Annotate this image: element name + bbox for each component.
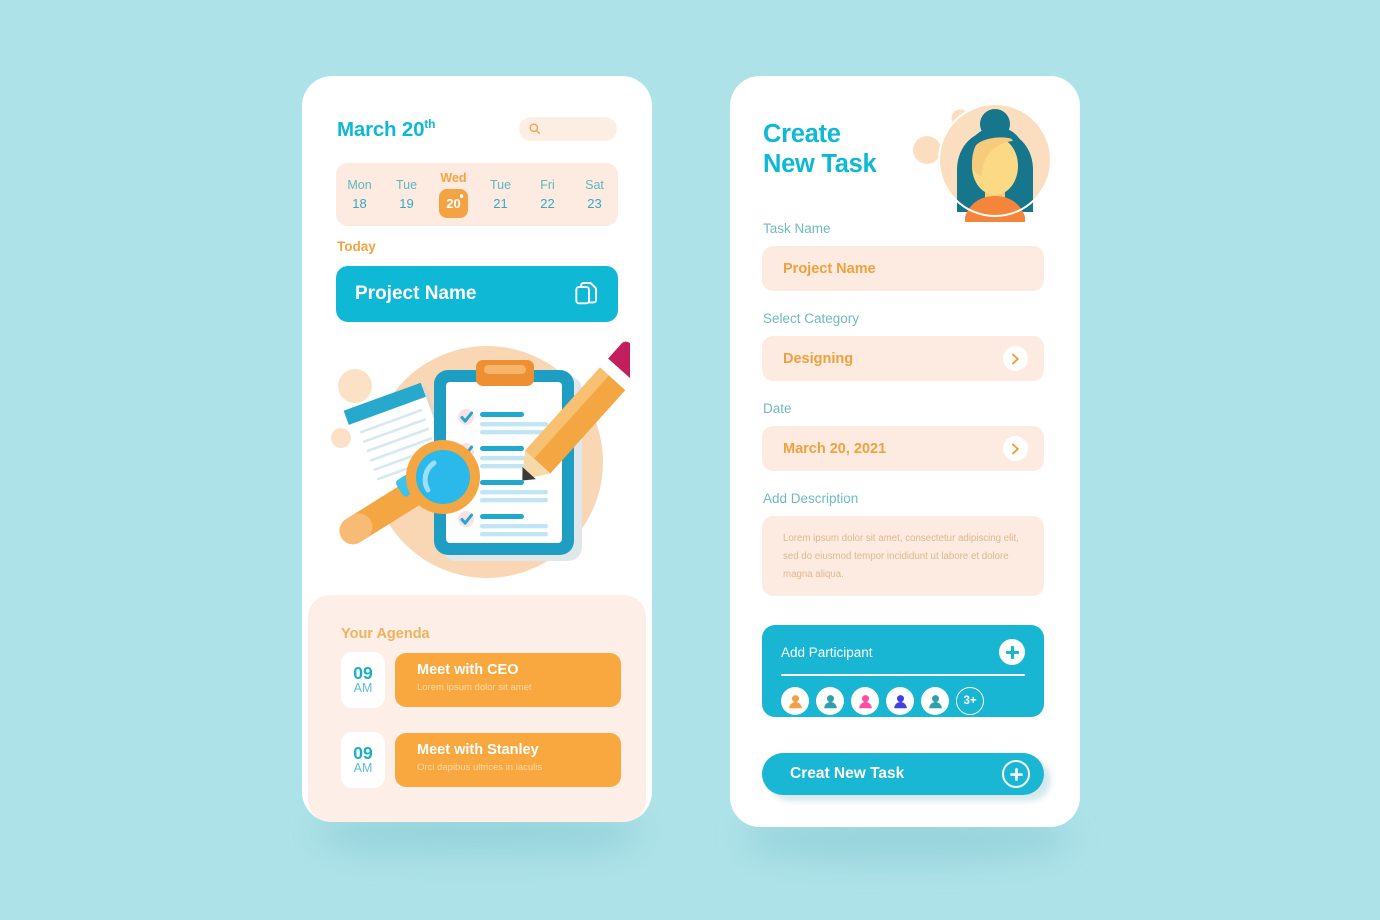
agenda-panel: Your Agenda 09 AM Meet with CEO Lorem ip…	[308, 595, 646, 822]
participant-avatar[interactable]	[886, 687, 914, 715]
agenda-title: Your Agenda	[341, 626, 430, 642]
date-value: March 20, 2021	[783, 440, 887, 457]
description-textarea[interactable]: Lorem ipsum dolor sit amet, consectetur …	[762, 516, 1044, 596]
page-title: March 20th	[337, 116, 436, 141]
agenda-item[interactable]: 09 AM Meet with Stanley Orci dapibus ult…	[341, 732, 621, 788]
page-title-line1: Create	[763, 120, 841, 148]
date-picker[interactable]: March 20, 2021	[762, 426, 1044, 471]
day-cell-tue-2[interactable]: Tue 21	[477, 178, 524, 211]
day-name: Wed	[440, 171, 467, 185]
day-name: Sat	[585, 178, 604, 192]
day-number: 20	[439, 189, 468, 218]
day-name: Tue	[489, 178, 512, 192]
task-name-value: Project Name	[783, 260, 876, 277]
agenda-time-chip: 09 AM	[341, 732, 385, 788]
clipboard-checklist-illustration	[331, 341, 630, 578]
participant-avatar[interactable]	[921, 687, 949, 715]
agenda-hour: 09	[353, 662, 373, 683]
create-new-task-button[interactable]: Creat New Task	[762, 753, 1044, 795]
add-participant-label: Add Participant	[781, 644, 873, 660]
create-new-task-label: Creat New Task	[790, 765, 905, 782]
select-category-value: Designing	[783, 350, 854, 367]
divider	[781, 674, 1025, 676]
agenda-card-title: Meet with Stanley	[417, 742, 539, 758]
day-cell-mon[interactable]: Mon 18	[336, 178, 383, 211]
day-cell-sat[interactable]: Sat 23	[571, 178, 618, 211]
phone-screen-create-task: Create New Task Task Name Project Name S…	[730, 76, 1080, 827]
plus-icon[interactable]	[999, 639, 1025, 665]
agenda-card[interactable]: Meet with Stanley Orci dapibus ultrices …	[395, 733, 621, 787]
task-name-label: Task Name	[763, 221, 831, 236]
agenda-card[interactable]: Meet with CEO Lorem ipsum dolor sit amet	[395, 653, 621, 707]
select-category-label: Select Category	[763, 311, 860, 326]
chevron-right-icon[interactable]	[1003, 436, 1028, 461]
participant-overflow-badge[interactable]: 3+	[956, 687, 984, 715]
participant-avatar-row: 3+	[781, 687, 1025, 715]
chevron-right-icon[interactable]	[1003, 346, 1028, 371]
day-name: Mon	[347, 178, 372, 192]
day-number: 18	[352, 196, 367, 211]
day-number: 21	[493, 196, 508, 211]
day-number: 19	[399, 196, 414, 211]
day-number: 22	[540, 196, 555, 211]
phone-screen-agenda: March 20th Mon 18 Tue 19 Wed 20 Tue 21 F…	[302, 76, 652, 822]
description-value: Lorem ipsum dolor sit amet, consectetur …	[783, 533, 1019, 580]
agenda-item[interactable]: 09 AM Meet with CEO Lorem ipsum dolor si…	[341, 652, 621, 708]
participant-avatar[interactable]	[851, 687, 879, 715]
participant-avatar[interactable]	[781, 687, 809, 715]
agenda-time-chip: 09 AM	[341, 652, 385, 708]
day-number: 23	[587, 196, 602, 211]
day-cell-tue[interactable]: Tue 19	[383, 178, 430, 211]
copy-documents-icon[interactable]	[575, 281, 598, 307]
day-cell-wed-selected[interactable]: Wed 20	[430, 171, 477, 218]
select-category-dropdown[interactable]: Designing	[762, 336, 1044, 381]
add-participant-header: Add Participant	[781, 639, 1025, 665]
left-header: March 20th	[337, 112, 617, 146]
calendar-daystrip[interactable]: Mon 18 Tue 19 Wed 20 Tue 21 Fri 22 Sat 2…	[336, 163, 618, 226]
day-name: Fri	[540, 178, 555, 192]
search-icon	[529, 123, 541, 135]
add-participant-card[interactable]: Add Participant 3+	[762, 625, 1044, 717]
participant-avatar[interactable]	[816, 687, 844, 715]
agenda-ampm: AM	[353, 761, 373, 776]
task-name-input[interactable]: Project Name	[762, 246, 1044, 291]
canvas: March 20th Mon 18 Tue 19 Wed 20 Tue 21 F…	[0, 0, 1380, 920]
plus-circle-icon[interactable]	[1002, 760, 1030, 788]
agenda-card-title: Meet with CEO	[417, 662, 519, 678]
agenda-card-subtitle: Lorem ipsum dolor sit amet	[417, 682, 532, 694]
page-title-line2: New Task	[763, 150, 877, 179]
avatar[interactable]	[905, 98, 1055, 228]
project-name-banner[interactable]: Project Name	[336, 266, 618, 322]
project-name-label: Project Name	[355, 283, 477, 304]
agenda-card-subtitle: Orci dapibus ultrices in iaculis	[417, 762, 543, 774]
search-input[interactable]	[519, 117, 617, 141]
agenda-ampm: AM	[353, 681, 373, 696]
day-name: Tue	[395, 178, 418, 192]
agenda-hour: 09	[353, 742, 373, 763]
date-label: Date	[763, 401, 792, 416]
today-label: Today	[337, 239, 376, 254]
page-title: Create New Task	[763, 119, 877, 179]
day-cell-fri[interactable]: Fri 22	[524, 178, 571, 211]
add-description-label: Add Description	[763, 491, 859, 506]
